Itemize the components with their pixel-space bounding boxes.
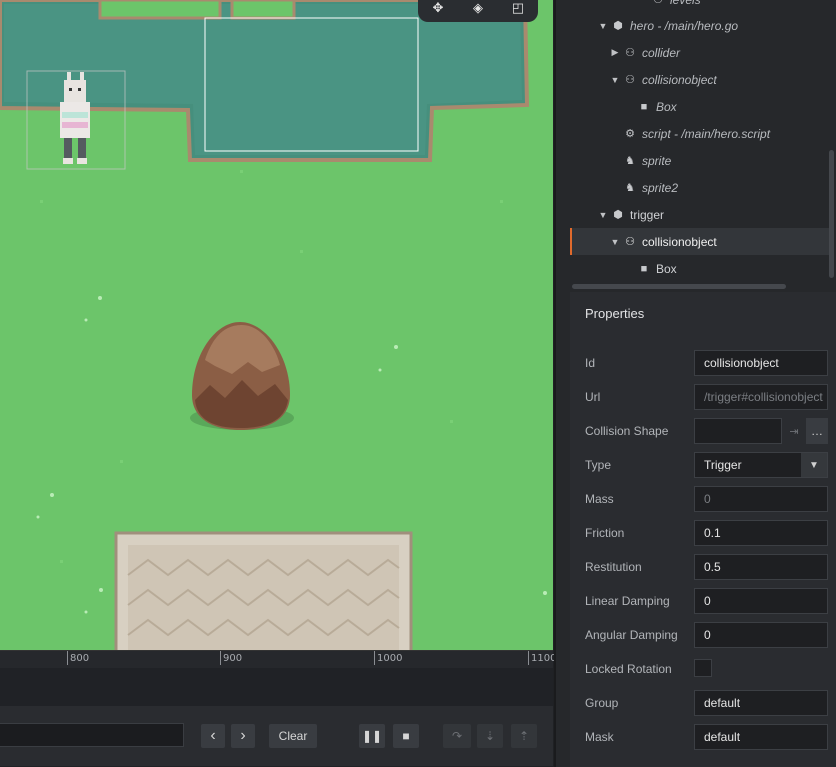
outline-tree[interactable]: ⚇levels ▼⬢hero - /main/hero.go ▶⚇collide… <box>570 0 836 283</box>
gameobject-icon: ⬢ <box>613 209 623 221</box>
console-panel: ‹ › Clear ❚❚ ■ ↷ ⇣ ⇡ <box>0 668 553 767</box>
rotate-icon[interactable]: ◈ <box>468 0 488 18</box>
scene-view[interactable]: ✥ ◈ ◰ <box>0 0 553 650</box>
restitution-field[interactable]: 0.5 <box>694 554 828 580</box>
ruler-label: 900 <box>223 653 243 664</box>
console-filter-input[interactable] <box>0 723 184 747</box>
step-over-button[interactable]: ↷ <box>443 724 471 748</box>
outline-item-hero[interactable]: ▼ ⬢ hero - /main/hero.go <box>570 12 828 39</box>
gear-icon: ⚙ <box>625 128 635 140</box>
pause-icon: ❚❚ <box>361 729 383 743</box>
stop-icon: ■ <box>402 729 410 743</box>
id-label: Id <box>585 356 596 370</box>
expand-arrow-icon[interactable]: ▶ <box>610 47 620 58</box>
goto-resource-icon[interactable]: ⇥ <box>784 418 804 444</box>
locked-rotation-checkbox[interactable] <box>694 659 712 677</box>
group-field[interactable]: default <box>694 690 828 716</box>
scene-toolbar: ✥ ◈ ◰ <box>418 0 538 22</box>
step-out-button[interactable]: ⇡ <box>511 724 537 748</box>
linear-damping-field[interactable]: 0 <box>694 588 828 614</box>
outline-scrollbar-horizontal[interactable] <box>572 284 786 289</box>
expand-arrow-icon[interactable]: ▼ <box>598 21 608 31</box>
outline-item-trigger-box[interactable]: ■ Box <box>570 255 828 282</box>
id-field[interactable]: collisionobject <box>694 350 828 376</box>
collision-icon: ⚇ <box>625 74 635 86</box>
mask-field[interactable]: default <box>694 724 828 750</box>
box-icon: ■ <box>640 100 648 113</box>
outline-item-script[interactable]: ⚙ script - /main/hero.script <box>570 120 828 147</box>
outline-scrollbar-vertical[interactable] <box>829 150 834 278</box>
collision-icon: ⚇ <box>625 47 635 59</box>
ruler-label: 1100 <box>531 653 557 664</box>
friction-field[interactable]: 0.1 <box>694 520 828 546</box>
expand-arrow-icon[interactable]: ▼ <box>610 237 620 247</box>
step-in-button[interactable]: ⇣ <box>477 724 503 748</box>
outline-item-box[interactable]: ■ Box <box>570 93 828 120</box>
clear-button[interactable]: Clear <box>269 724 317 748</box>
scale-icon[interactable]: ◰ <box>508 0 528 18</box>
outline-item-sprite[interactable]: ♞ sprite <box>570 147 828 174</box>
friction-label: Friction <box>585 526 625 540</box>
restitution-label: Restitution <box>585 560 642 574</box>
sprite-icon: ♞ <box>625 182 635 194</box>
move-icon[interactable]: ✥ <box>428 0 448 18</box>
stone-paving <box>114 531 413 650</box>
rock <box>190 322 294 430</box>
outline-item-collisionobject[interactable]: ▼ ⚇ collisionobject <box>570 66 828 93</box>
type-select-value: Trigger <box>704 458 742 472</box>
expand-arrow-icon[interactable]: ▼ <box>610 75 620 85</box>
step-out-icon: ⇡ <box>518 729 530 743</box>
properties-title: Properties <box>585 306 645 321</box>
outline-item-trigger-collisionobject[interactable]: ▼ ⚇ collisionobject <box>570 228 830 255</box>
next-button[interactable]: › <box>231 724 255 748</box>
mass-field[interactable]: 0 <box>694 486 828 512</box>
step-in-icon: ⇣ <box>484 729 496 743</box>
outline-item-trigger[interactable]: ▼ ⬢ trigger <box>570 201 828 228</box>
ruler-label: 1000 <box>377 653 403 664</box>
angular-damping-field[interactable]: 0 <box>694 622 828 648</box>
collision-icon: ⚇ <box>625 236 635 248</box>
step-over-icon: ↷ <box>451 729 463 743</box>
collision-shape-field[interactable] <box>694 418 782 444</box>
group-label: Group <box>585 696 619 710</box>
properties-panel: Properties Id collisionobject Url /trigg… <box>570 292 836 767</box>
sprite-icon: ♞ <box>625 155 635 167</box>
horizontal-ruler: 800 900 1000 1100 <box>0 650 557 669</box>
chevron-down-icon: ▼ <box>801 453 827 477</box>
outline-item-collider[interactable]: ▶ ⚇ collider <box>570 39 828 66</box>
locked-rotation-label: Locked Rotation <box>585 662 672 676</box>
ruler-label: 800 <box>70 653 90 664</box>
outline-item-sprite2[interactable]: ♞ sprite2 <box>570 174 828 201</box>
mask-label: Mask <box>585 730 614 744</box>
grass-bank <box>535 0 553 100</box>
scene-canvas[interactable] <box>0 0 553 650</box>
pause-button[interactable]: ❚❚ <box>359 724 385 748</box>
grass-island <box>230 0 296 20</box>
type-select[interactable]: Trigger ▼ <box>694 452 828 478</box>
collision-shape-label: Collision Shape <box>585 424 669 438</box>
mass-label: Mass <box>585 492 614 506</box>
previous-button[interactable]: ‹ <box>201 724 225 748</box>
angular-damping-label: Angular Damping <box>585 628 678 642</box>
url-field[interactable]: /trigger#collisionobject <box>694 384 828 410</box>
grass-island <box>98 0 222 20</box>
collision-icon: ⚇ <box>653 0 663 6</box>
stop-button[interactable]: ■ <box>393 724 419 748</box>
expand-arrow-icon[interactable]: ▼ <box>598 210 608 220</box>
type-label: Type <box>585 458 612 472</box>
linear-damping-label: Linear Damping <box>585 594 670 608</box>
browse-button[interactable]: … <box>806 418 828 444</box>
gameobject-icon: ⬢ <box>613 20 623 32</box>
url-label: Url <box>585 390 601 404</box>
box-icon: ■ <box>640 262 648 275</box>
